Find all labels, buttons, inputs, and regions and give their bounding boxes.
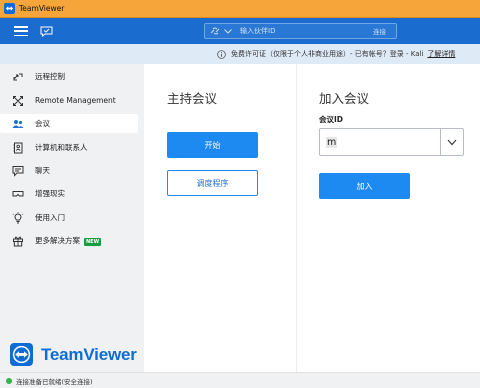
combobox-divider: [440, 129, 441, 155]
info-icon: [217, 49, 226, 59]
sidebar-item-label: 计算机和联系人: [35, 143, 88, 152]
meeting-id-value[interactable]: m: [326, 136, 338, 148]
teamviewer-app-icon: [4, 3, 15, 14]
teamviewer-wordmark: TeamViewer: [41, 344, 137, 364]
host-meeting-panel: 主持会议 开始 调度程序: [144, 64, 296, 372]
ar-glasses-icon: [12, 188, 24, 200]
join-meeting-panel: 加入会议 会议ID m 加入: [296, 64, 480, 372]
join-meeting-heading: 加入会议: [319, 91, 370, 106]
teamviewer-logo-icon: [10, 343, 33, 366]
chevron-down-icon[interactable]: [447, 139, 457, 146]
status-bar: 连接准备已就绪(安全连接): [0, 372, 480, 388]
sidebar-item-label: 远程控制: [35, 72, 65, 81]
sidebar-item-label: 增强现实: [35, 189, 65, 198]
arrows-icon: [12, 71, 24, 83]
lightbulb-icon: [12, 211, 24, 224]
sidebar-item-label: 会议: [35, 119, 50, 128]
link-icon: [210, 27, 220, 35]
teamviewer-logo: TeamViewer: [10, 343, 137, 366]
meeting-id-combobox[interactable]: m: [319, 128, 464, 156]
license-info-bar: 免费许可证（仅限于个人非商业用途）- 已有帐号？登录 - Kali 了解详情: [0, 44, 480, 64]
sidebar-item-augmented-reality[interactable]: 增强现实: [0, 184, 138, 203]
sidebar-item-label: Remote Management: [35, 96, 116, 105]
gift-icon: [12, 235, 24, 247]
sidebar-item-meeting[interactable]: 会议: [0, 114, 138, 133]
join-meeting-button[interactable]: 加入: [319, 173, 410, 199]
title-bar: TeamViewer: [0, 0, 480, 18]
sidebar-item-more-solutions[interactable]: 更多解决方案 NEW: [0, 231, 138, 250]
start-meeting-button[interactable]: 开始: [167, 132, 258, 158]
expand-icon: [12, 95, 24, 107]
feedback-icon[interactable]: [40, 26, 53, 37]
partner-id-box: 连接: [204, 23, 397, 39]
sidebar-item-label: 使用入门: [35, 213, 65, 222]
schedule-meeting-button[interactable]: 调度程序: [167, 170, 258, 196]
chat-icon: [12, 165, 24, 177]
new-badge: NEW: [84, 238, 102, 246]
sidebar: 远程控制 Remote Management 会议 计算机和联系人 聊天 增强现…: [0, 64, 144, 372]
partner-id-input[interactable]: [240, 25, 350, 37]
sidebar-item-label: 聊天: [35, 166, 50, 175]
sidebar-item-remote-management[interactable]: Remote Management: [0, 91, 138, 110]
meeting-id-label: 会议ID: [319, 115, 344, 124]
status-indicator: [6, 377, 12, 384]
contacts-icon: [12, 142, 24, 154]
sidebar-item-label: 更多解决方案 NEW: [35, 236, 102, 246]
sidebar-item-chat[interactable]: 聊天: [0, 161, 138, 180]
connect-button[interactable]: 连接: [373, 26, 386, 36]
sidebar-item-remote-control[interactable]: 远程控制: [0, 67, 138, 86]
host-meeting-heading: 主持会议: [167, 91, 218, 106]
learn-more-link[interactable]: 了解详情: [427, 49, 455, 59]
status-text: 连接准备已就绪(安全连接): [16, 377, 93, 386]
license-text: 免费许可证（仅限于个人非商业用途）- 已有帐号？登录 - Kali: [231, 50, 424, 58]
sidebar-item-getting-started[interactable]: 使用入门: [0, 208, 138, 227]
sidebar-item-computers-contacts[interactable]: 计算机和联系人: [0, 138, 138, 157]
window-title: TeamViewer: [19, 4, 65, 13]
chevron-down-icon[interactable]: [224, 28, 232, 34]
top-toolbar: 连接: [0, 18, 480, 44]
people-icon: [12, 118, 24, 130]
hamburger-menu-icon[interactable]: [14, 26, 28, 36]
